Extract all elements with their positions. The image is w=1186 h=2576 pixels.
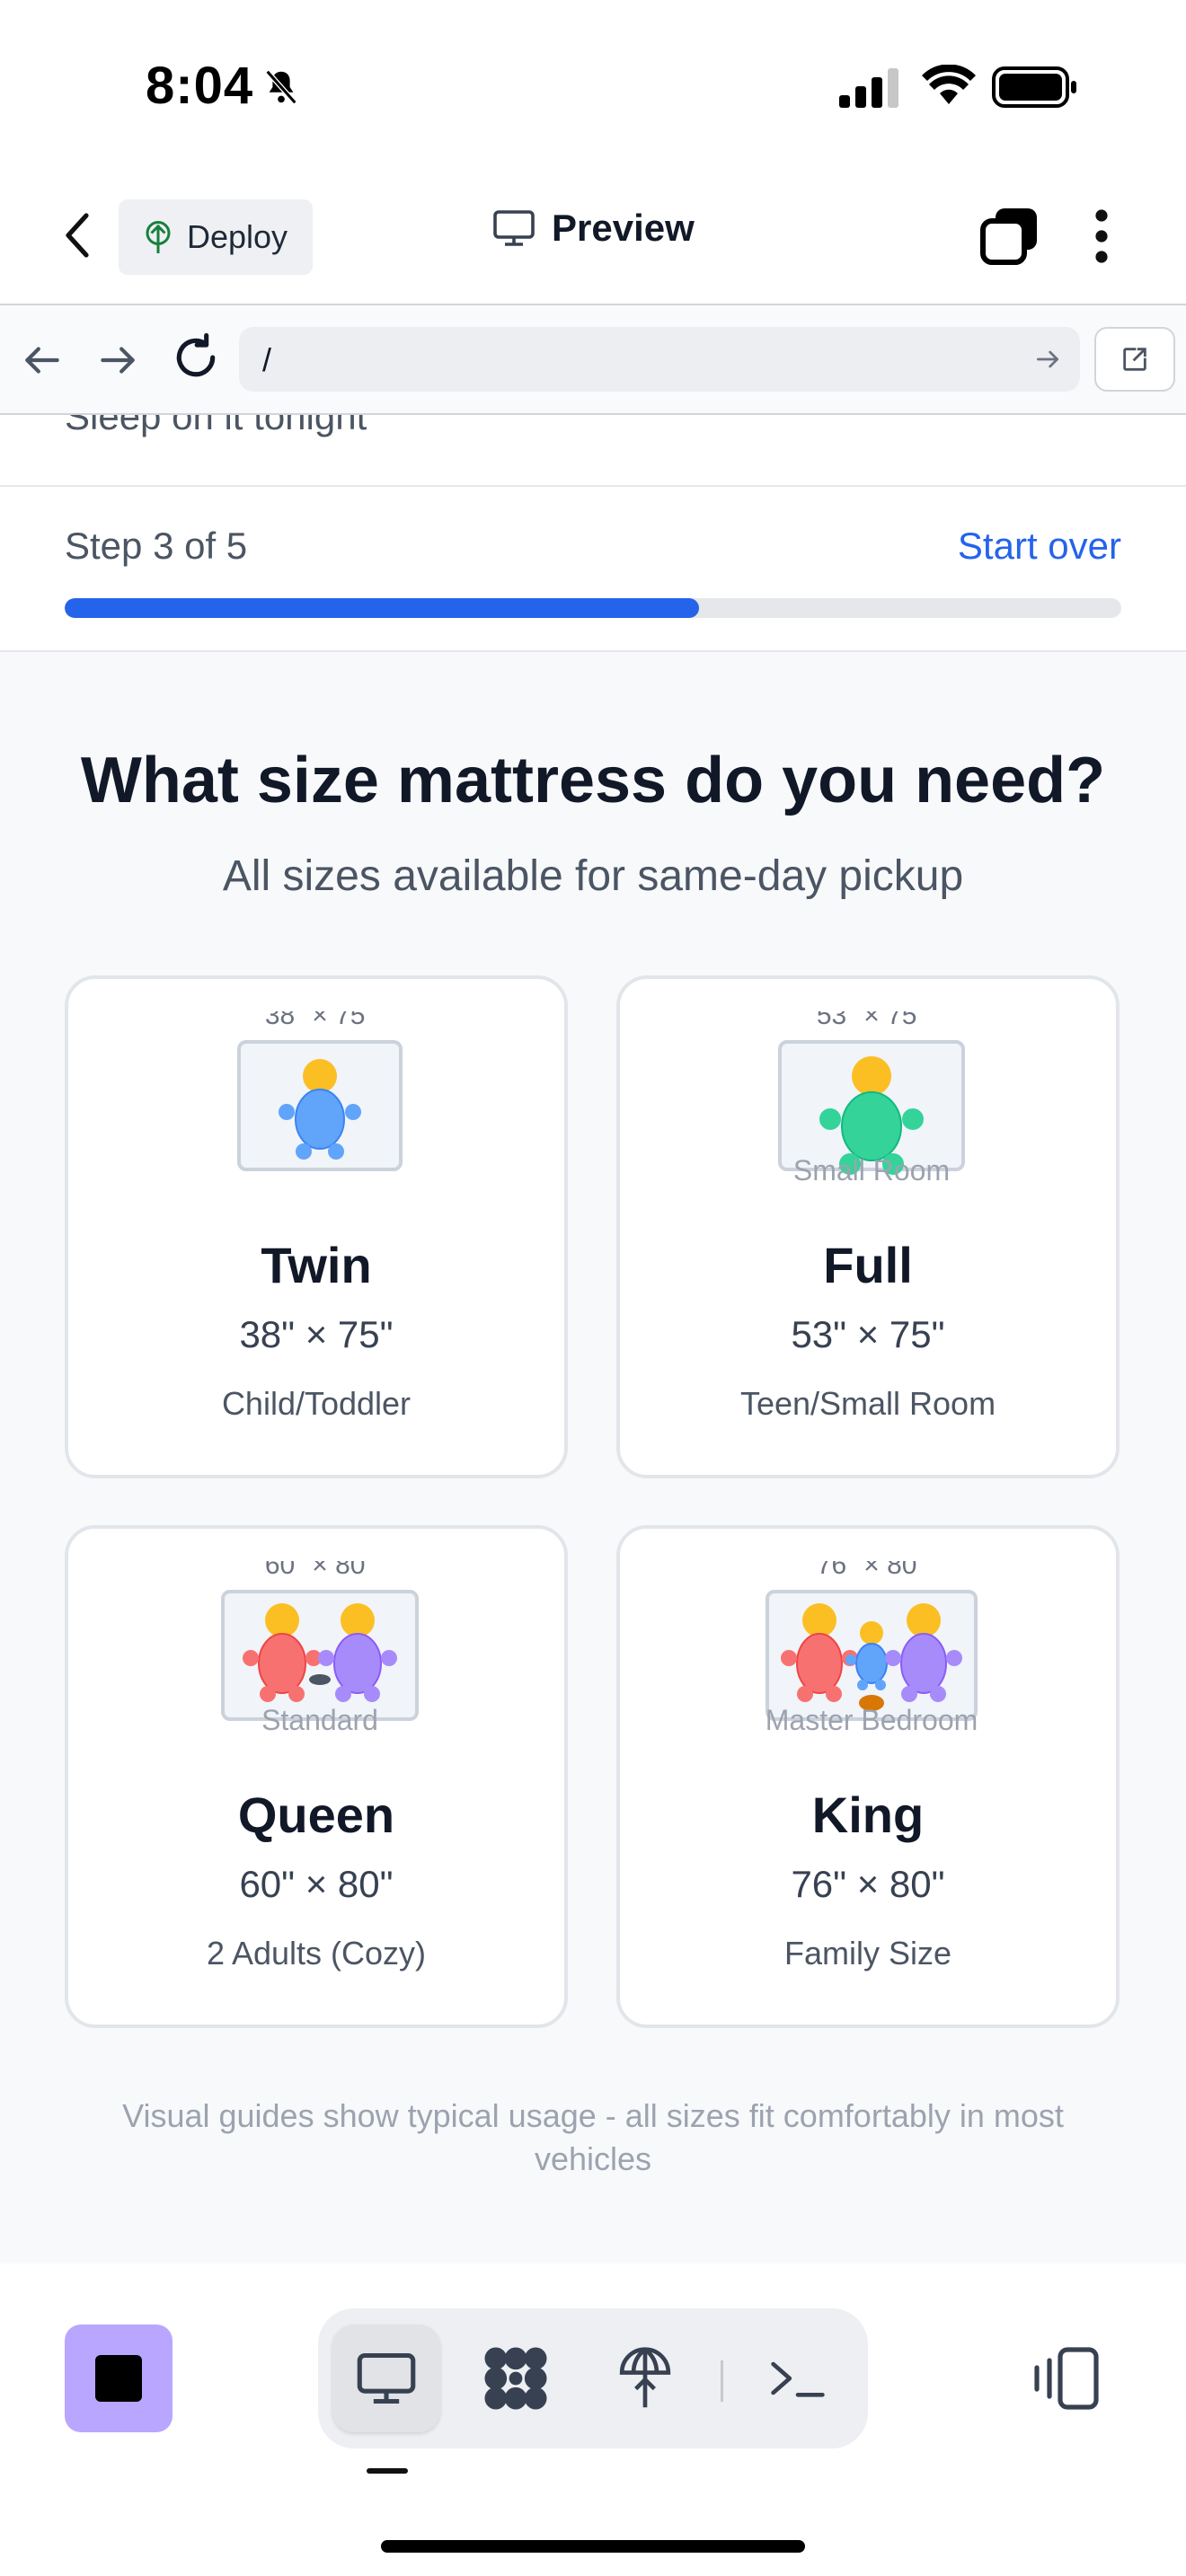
size-card-twin[interactable]: 38" × 75" Twin 38" × 75" Child/Toddler — [65, 975, 568, 1478]
reload-icon[interactable] — [171, 332, 221, 383]
card-use: Child/Toddler — [221, 1385, 412, 1422]
progress-section: Step 3 of 5 Start over — [0, 487, 1186, 652]
card-dims: 38" × 75" — [239, 1313, 394, 1355]
bottom-toolbar — [0, 2263, 1186, 2576]
status-bar: 8:04 — [0, 0, 1186, 171]
size-card-queen[interactable]: 60" × 80" Standard Queen 60" × 80" 2 Adu… — [65, 1525, 568, 2028]
terminal-button[interactable] — [744, 2325, 852, 2432]
chevron-left-icon — [66, 213, 89, 258]
stop-button[interactable] — [65, 2325, 173, 2432]
status-time: 8:04 — [146, 57, 254, 115]
twin-illustration: 38" × 75" — [237, 1011, 403, 1171]
arrow-left-icon[interactable] — [20, 338, 65, 383]
home-indicator — [381, 2540, 805, 2553]
size-card-king[interactable]: 76" × 80" Master Bedroom King 76" × 80" — [616, 1525, 1120, 2028]
back-button[interactable] — [50, 208, 104, 262]
deploy-button[interactable]: Deploy — [119, 199, 313, 275]
queen-illustration: 60" × 80" Standard — [221, 1561, 419, 1736]
card-use: Family Size — [783, 1935, 952, 1972]
bell-slash-icon — [265, 69, 297, 105]
card-use: Teen/Small Room — [739, 1385, 996, 1422]
progress-bar — [65, 598, 1121, 618]
desktop-view-button[interactable] — [332, 2325, 440, 2432]
open-external-button[interactable] — [1094, 327, 1175, 392]
deploy-label: Deploy — [187, 218, 288, 255]
battery-icon — [992, 66, 1076, 108]
card-name: Full — [823, 1237, 913, 1293]
step-label: Step 3 of 5 — [65, 525, 248, 567]
more-options-icon[interactable] — [1084, 207, 1120, 266]
illus-dims: 53" × 75" — [817, 1011, 926, 1030]
url-text: / — [262, 341, 272, 378]
go-arrow-icon[interactable] — [1033, 345, 1062, 374]
wifi-icon — [922, 65, 976, 104]
progress-fill — [65, 598, 699, 618]
card-use: 2 Adults (Cozy) — [206, 1935, 427, 1972]
devices-icon[interactable] — [1031, 2346, 1102, 2411]
full-illustration: 53" × 75" Small Room — [778, 1011, 965, 1187]
divider — [721, 2360, 723, 2402]
arrow-right-icon[interactable] — [95, 338, 140, 383]
dots-grid-icon — [484, 2347, 547, 2410]
illus-dims: 76" × 80" — [817, 1561, 926, 1580]
tabs-icon[interactable] — [979, 207, 1039, 266]
view-switcher — [318, 2308, 868, 2448]
monitor-icon — [493, 210, 535, 246]
illus-caption: Standard — [261, 1704, 378, 1736]
page-subheading: All sizes available for same-day pickup — [222, 852, 964, 900]
previous-section-text: Sleep on it tonight — [65, 415, 367, 437]
card-dims: 60" × 80" — [239, 1863, 394, 1905]
card-name: Twin — [261, 1237, 372, 1293]
page-heading: What size mattress do you need? — [80, 745, 1106, 816]
card-dims: 76" × 80" — [791, 1863, 945, 1905]
web-content: Sleep on it tonight Step 3 of 5 Start ov… — [0, 415, 1186, 2301]
start-over-link[interactable]: Start over — [958, 525, 1121, 568]
deploy-icon — [146, 221, 171, 253]
signal-icon — [839, 68, 898, 108]
illus-caption: Small Room — [793, 1154, 950, 1187]
active-tab-indicator — [367, 2468, 408, 2474]
external-link-icon — [1123, 348, 1146, 371]
king-illustration: 76" × 80" Master Bedroom — [766, 1561, 978, 1736]
stop-icon — [95, 2355, 142, 2402]
preview-title: Preview — [492, 207, 695, 250]
card-name: Queen — [237, 1786, 395, 1843]
deploy-view-button[interactable] — [591, 2325, 699, 2432]
illus-dims: 60" × 80" — [265, 1561, 375, 1580]
url-input[interactable]: / — [239, 327, 1080, 392]
app-header: Deploy Preview — [0, 171, 1186, 305]
desktop-icon — [357, 2352, 416, 2404]
deploy-icon — [619, 2347, 671, 2408]
illus-caption: Master Bedroom — [766, 1704, 978, 1736]
illus-dims: 38" × 75" — [265, 1011, 375, 1030]
card-dims: 53" × 75" — [791, 1313, 945, 1355]
previous-section: Sleep on it tonight — [0, 415, 1186, 487]
page-title: Preview — [552, 207, 695, 249]
size-card-full[interactable]: 53" × 75" Small Room Full 53" × 75" Teen… — [616, 975, 1120, 1478]
dots-grid-button[interactable] — [462, 2325, 570, 2432]
terminal-icon — [771, 2361, 825, 2397]
footer-note: Visual guides show typical usage - all s… — [122, 2097, 1064, 2177]
browser-bar: / — [0, 305, 1186, 415]
card-name: King — [811, 1786, 925, 1843]
